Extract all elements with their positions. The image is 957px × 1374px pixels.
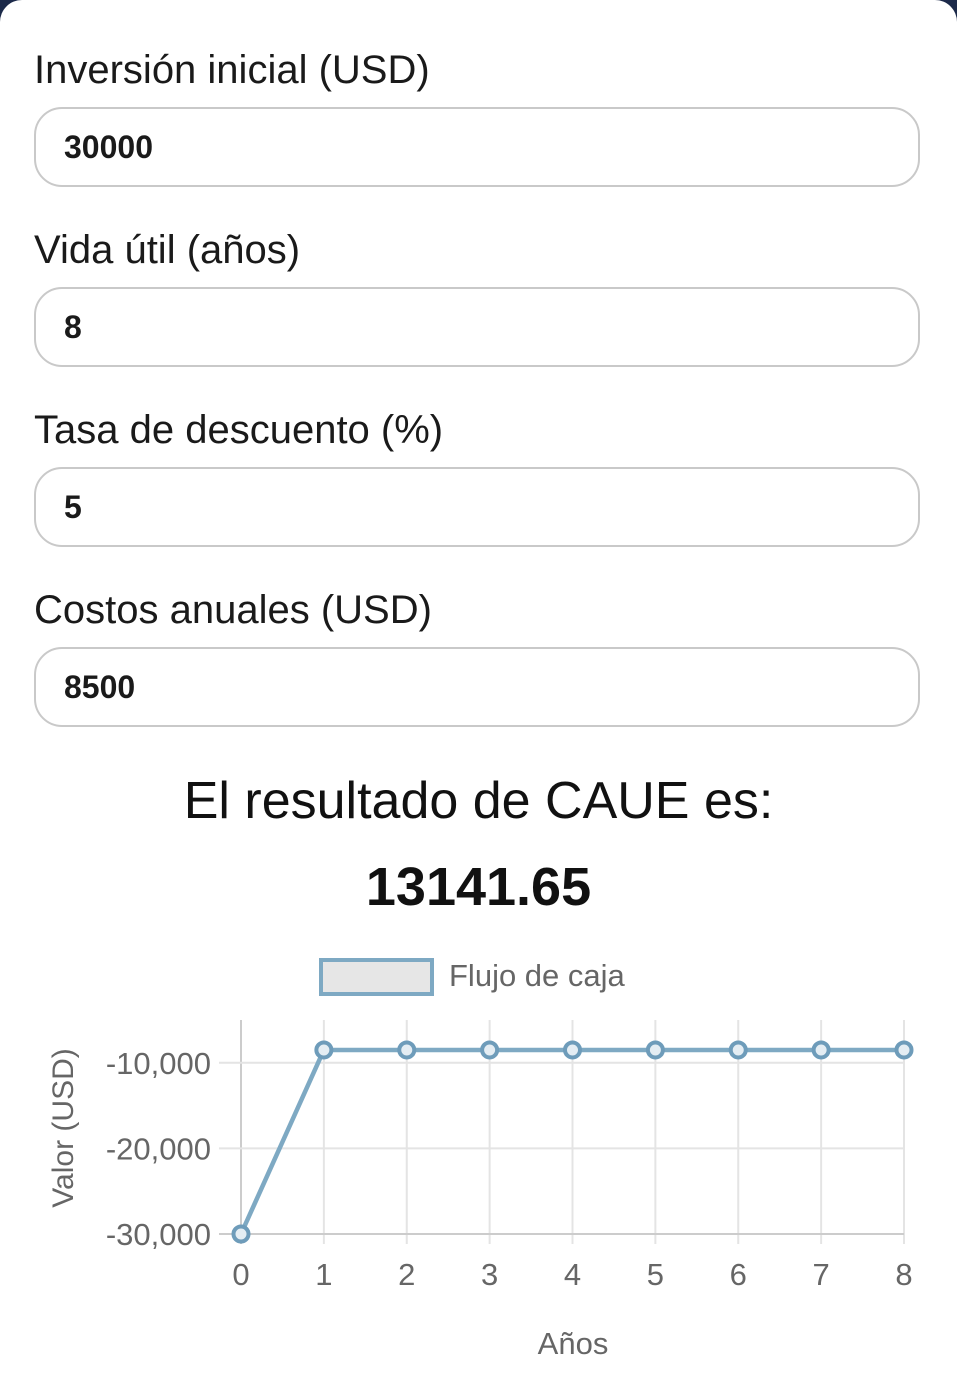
chart-axes: 0 1 2 3 4 5 6 7 8 -10,000 -20,000 -30,000: [106, 1046, 913, 1292]
investment-input[interactable]: [34, 107, 920, 187]
investment-label: Inversión inicial (USD): [34, 48, 430, 92]
x-tick-label: 5: [647, 1257, 664, 1292]
x-tick-label: 0: [232, 1257, 249, 1292]
x-tick-label: 8: [895, 1257, 912, 1292]
data-point: [894, 1040, 914, 1060]
chart-legend[interactable]: Flujo de caja: [319, 958, 626, 996]
life-label: Vida útil (años): [34, 228, 301, 272]
rate-label: Tasa de descuento (%): [34, 408, 444, 452]
y-tick-label: -20,000: [106, 1131, 211, 1166]
data-point: [480, 1040, 500, 1060]
life-input[interactable]: [34, 287, 920, 367]
data-point: [645, 1040, 665, 1060]
data-point: [314, 1040, 334, 1060]
rate-input[interactable]: [34, 467, 920, 547]
result-value: 13141.65: [365, 857, 592, 917]
x-tick-label: 6: [730, 1257, 747, 1292]
data-point: [728, 1040, 748, 1060]
y-axis-title: Valor (USD): [47, 1048, 80, 1207]
x-tick-label: 4: [564, 1257, 581, 1292]
x-tick-label: 7: [813, 1257, 830, 1292]
data-point: [811, 1040, 831, 1060]
result-heading: El resultado de CAUE es:: [183, 772, 774, 830]
x-tick-label: 3: [481, 1257, 498, 1292]
data-point: [231, 1224, 251, 1244]
legend-swatch: [319, 958, 434, 996]
data-point: [563, 1040, 582, 1060]
y-tick-label: -30,000: [106, 1217, 211, 1252]
data-point: [397, 1040, 417, 1060]
x-tick-label: 1: [315, 1257, 332, 1292]
legend-label: Flujo de caja: [449, 958, 626, 993]
x-axis-title: Años: [538, 1326, 609, 1361]
x-tick-label: 2: [398, 1257, 415, 1292]
cash-flow-chart: 0 1 2 3 4 5 6 7 8 -10,000 -20,000 -30,000 Flujo de …: [47, 958, 914, 1361]
costs-label: Costos anuales (USD): [34, 588, 432, 632]
y-tick-label: -10,000: [106, 1046, 211, 1081]
calculator-sheet: Inversión inicial (USD) Vida útil (años)…: [0, 0, 957, 1374]
costs-input[interactable]: [34, 647, 920, 727]
